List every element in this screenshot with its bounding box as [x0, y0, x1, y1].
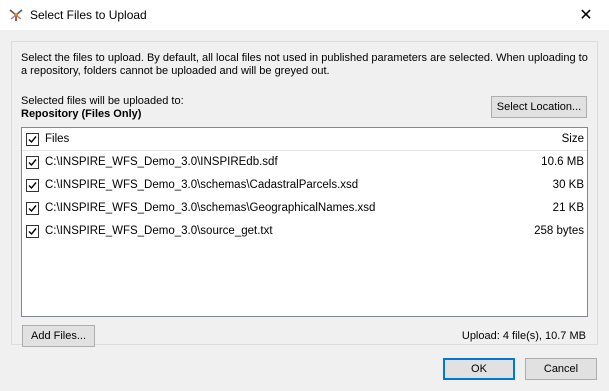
ok-label: OK: [471, 363, 487, 375]
files-column-header[interactable]: Files: [45, 133, 69, 145]
file-list[interactable]: Files Size C:\INSPIRE_WFS_Demo_3.0\INSPI…: [21, 127, 588, 317]
fme-workbench-icon: [9, 9, 23, 21]
file-checkbox[interactable]: [26, 179, 39, 192]
checkmark-icon: [28, 159, 37, 167]
checkmark-icon: [28, 228, 37, 236]
file-size: 10.6 MB: [541, 156, 584, 168]
close-button[interactable]: ✕: [563, 0, 609, 30]
add-files-button[interactable]: Add Files...: [22, 325, 95, 347]
dialog-body: Select the files to upload. By default, …: [0, 30, 609, 391]
checkmark-icon: [28, 136, 37, 144]
add-files-label: Add Files...: [30, 330, 87, 342]
file-row[interactable]: C:\INSPIRE_WFS_Demo_3.0\schemas\Cadastra…: [22, 174, 587, 197]
checkmark-icon: [28, 205, 37, 213]
size-column-header[interactable]: Size: [562, 133, 584, 145]
file-list-header: Files Size: [22, 128, 587, 151]
close-icon: ✕: [579, 7, 593, 24]
file-path: C:\INSPIRE_WFS_Demo_3.0\source_get.txt: [45, 225, 273, 237]
select-all-checkbox[interactable]: [26, 133, 39, 146]
file-path: C:\INSPIRE_WFS_Demo_3.0\INSPIREdb.sdf: [45, 156, 278, 168]
window-title: Select Files to Upload: [30, 8, 147, 22]
file-checkbox[interactable]: [26, 202, 39, 215]
destination-label: Selected files will be uploaded to:: [21, 95, 184, 107]
select-location-button[interactable]: Select Location...: [491, 96, 587, 118]
cancel-button[interactable]: Cancel: [525, 358, 597, 380]
file-checkbox[interactable]: [26, 156, 39, 169]
file-row[interactable]: C:\INSPIRE_WFS_Demo_3.0\source_get.txt 2…: [22, 220, 587, 243]
file-size: 258 bytes: [534, 225, 584, 237]
upload-summary: Upload: 4 file(s), 10.7 MB: [461, 330, 586, 342]
title-bar: Select Files to Upload ✕: [0, 0, 609, 30]
file-checkbox[interactable]: [26, 225, 39, 238]
file-row[interactable]: C:\INSPIRE_WFS_Demo_3.0\schemas\Geograph…: [22, 197, 587, 220]
file-size: 30 KB: [552, 179, 584, 191]
checkmark-icon: [28, 182, 37, 190]
upload-panel: Select the files to upload. By default, …: [11, 41, 598, 347]
file-row[interactable]: C:\INSPIRE_WFS_Demo_3.0\INSPIREdb.sdf 10…: [22, 151, 587, 174]
file-size: 21 KB: [552, 202, 584, 214]
ok-button[interactable]: OK: [443, 358, 515, 380]
destination-value: Repository (Files Only): [21, 108, 142, 120]
cancel-label: Cancel: [543, 363, 579, 375]
select-location-label: Select Location...: [496, 101, 582, 113]
file-path: C:\INSPIRE_WFS_Demo_3.0\schemas\Geograph…: [45, 202, 376, 214]
instructions-text: Select the files to upload. By default, …: [21, 52, 588, 77]
file-path: C:\INSPIRE_WFS_Demo_3.0\schemas\Cadastra…: [45, 179, 359, 191]
